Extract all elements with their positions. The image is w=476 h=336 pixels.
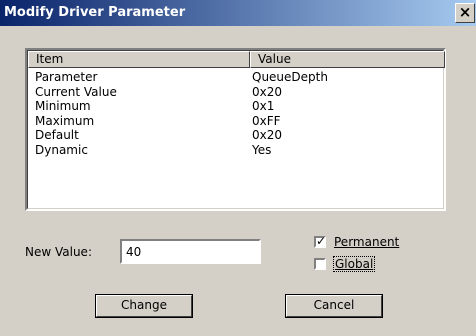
row-value: 0x20 <box>252 128 283 143</box>
list-row[interactable]: Current Value 0x20 <box>35 85 328 100</box>
list-row[interactable]: Default 0x20 <box>35 128 328 143</box>
row-item: Minimum <box>35 99 91 114</box>
row-item: Parameter <box>35 70 98 84</box>
row-item: Default <box>35 128 79 143</box>
row-value: Yes <box>252 142 272 157</box>
new-value-input[interactable] <box>120 239 261 264</box>
list-row[interactable]: Parameter QueueDepth <box>35 70 328 85</box>
modify-driver-parameter-dialog: Modify Driver Parameter × Item Value Par… <box>0 0 476 336</box>
cancel-button-label: Cancel <box>313 298 355 312</box>
checkmark-icon: ✓ <box>316 234 327 248</box>
list-row[interactable]: Minimum 0x1 <box>35 99 328 114</box>
column-header-item[interactable]: Item <box>28 51 250 68</box>
title-bar[interactable]: Modify Driver Parameter × <box>0 0 476 26</box>
close-icon: × <box>458 3 472 21</box>
row-item: Maximum <box>35 113 95 128</box>
cancel-button[interactable]: Cancel <box>285 294 383 318</box>
close-button[interactable]: × <box>455 3 475 23</box>
change-button[interactable]: Change <box>95 294 193 318</box>
row-item: Dynamic <box>35 142 88 157</box>
change-button-label: Change <box>121 298 167 312</box>
global-label-text: Global <box>335 257 374 271</box>
row-value: QueueDepth <box>252 70 328 84</box>
permanent-checkbox[interactable]: ✓ <box>314 234 327 248</box>
new-value-label: New Value: <box>25 245 92 259</box>
permanent-label[interactable]: Permanent <box>334 235 399 249</box>
list-row[interactable]: Dynamic Yes <box>35 143 328 158</box>
parameter-list[interactable]: Item Value Parameter QueueDepth Current V… <box>25 48 446 211</box>
column-header-value[interactable]: Value <box>250 51 445 68</box>
list-rows: Parameter QueueDepth Current Value 0x20 Mi… <box>35 70 328 158</box>
permanent-label-text: Permanent <box>334 235 400 249</box>
parameter-list-frame: Item Value Parameter QueueDepth Current V… <box>27 50 445 209</box>
global-checkbox[interactable] <box>314 258 326 270</box>
list-row[interactable]: Maximum 0xFF <box>35 114 328 129</box>
row-item: Current Value <box>35 84 117 99</box>
row-value: 0x20 <box>252 84 283 99</box>
row-value: 0xFF <box>252 113 281 128</box>
global-label[interactable]: Global <box>332 256 376 272</box>
row-value: 0x1 <box>252 99 275 114</box>
dialog-title: Modify Driver Parameter <box>4 5 186 20</box>
